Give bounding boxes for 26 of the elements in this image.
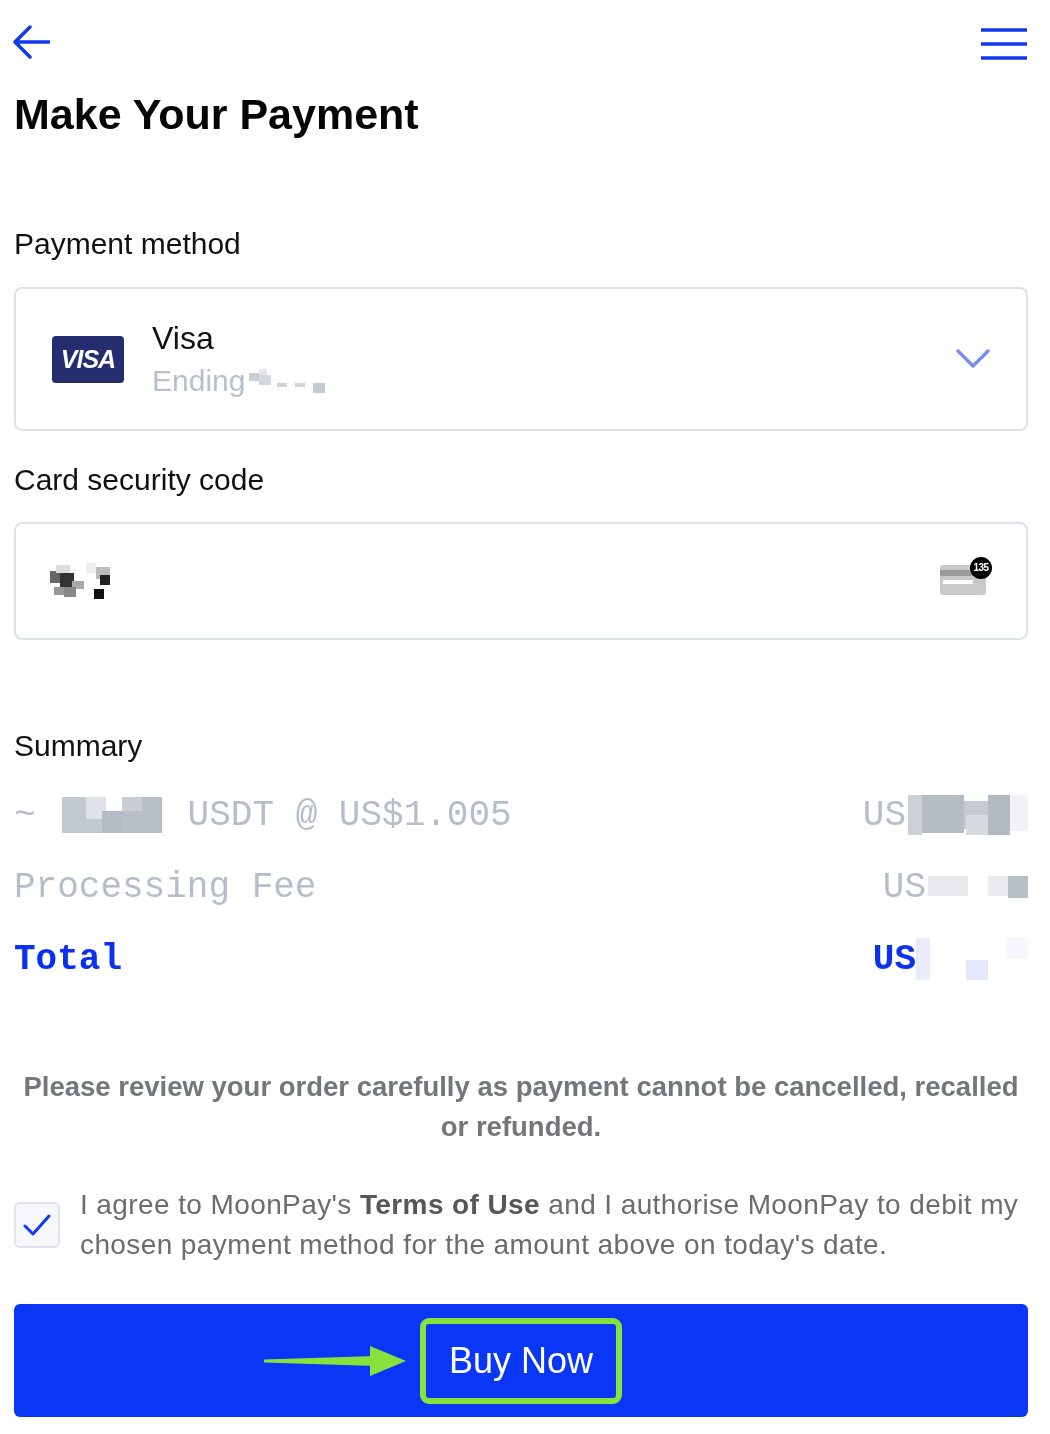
pixelated-block xyxy=(50,563,112,599)
cvc-badge: 135 xyxy=(970,557,992,579)
field-label: Card security code xyxy=(14,462,266,498)
amount-text: US xyxy=(882,866,926,908)
check-icon xyxy=(23,1214,51,1236)
summary-label: USDT @ US$1.005 xyxy=(187,794,512,836)
chevron-down-icon[interactable] xyxy=(956,349,990,369)
summary-label: Total xyxy=(14,938,123,980)
back-arrow-icon[interactable] xyxy=(12,24,50,60)
card-ending-text: Ending xyxy=(152,363,246,399)
card-name: Visa xyxy=(152,319,215,358)
menu-icon[interactable] xyxy=(981,28,1027,60)
security-code-field[interactable]: 135 xyxy=(14,522,1028,640)
notice-text: Please review your order carefully as payment cannot be cancelled, recalled or refunded. xyxy=(22,1070,1020,1144)
amount-text: US xyxy=(872,938,916,980)
card-brand-logo: VISA xyxy=(52,335,124,383)
field-label: Payment method xyxy=(14,226,242,262)
buy-now-button[interactable]: Buy Now xyxy=(14,1304,1028,1417)
summary-label: Processing Fee xyxy=(14,866,317,908)
approx-sign: ~ xyxy=(14,794,36,836)
agreement-text: I agree to MoonPay's Terms of Use and I authorise MoonPay to debit my chosen payment method for the amount above on today's date. xyxy=(80,1188,1020,1262)
payment-method-select[interactable]: VISA Visa Ending xyxy=(14,287,1028,431)
agreement-checkbox[interactable] xyxy=(14,1202,60,1248)
page-title: Make Your Payment xyxy=(14,89,420,140)
section-title: Summary xyxy=(14,728,144,764)
amount-text: US xyxy=(862,794,906,836)
